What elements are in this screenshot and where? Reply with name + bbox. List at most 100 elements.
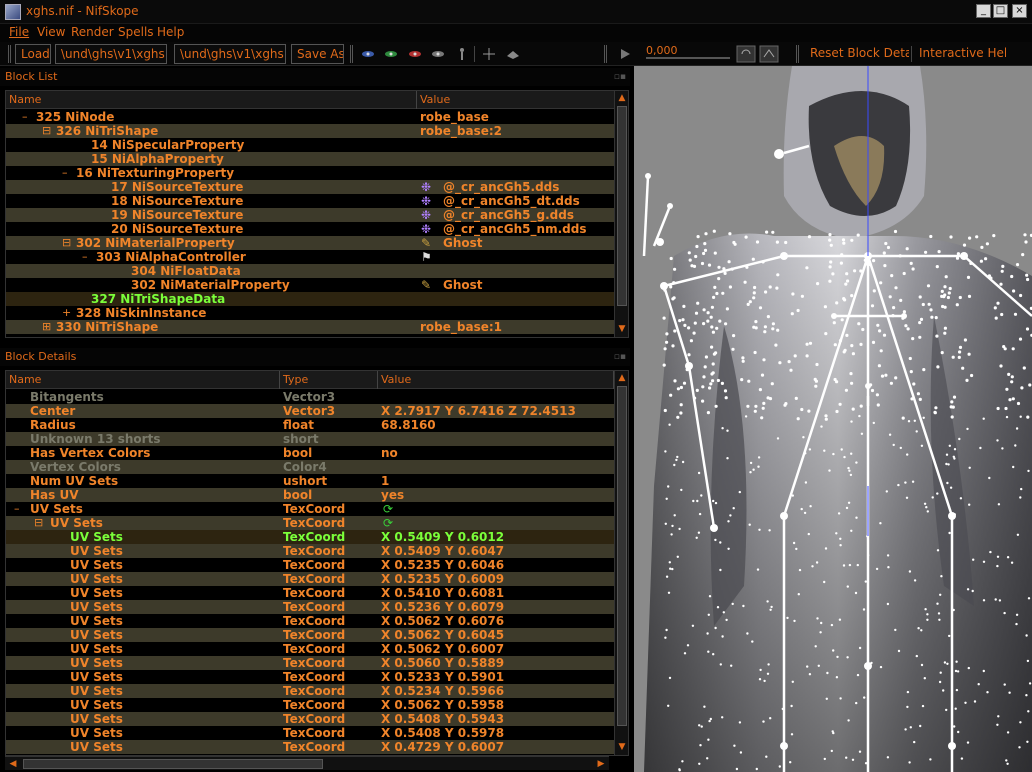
column-type[interactable]: Type (280, 371, 378, 389)
dock-float-icon[interactable]: ▫▪ (614, 348, 626, 366)
block-list-row[interactable]: 17 NiSourceTexture ❉ @_cr_ancGh5.dds (6, 180, 628, 194)
block-list-row[interactable]: 15 NiAlphaProperty (6, 152, 628, 166)
expand-icon[interactable]: + (62, 306, 71, 320)
block-list-row[interactable]: ⊞ 330 NiTriShape robe_base:1 (6, 320, 628, 334)
save-path-field[interactable]: \und\ghs\v1\xghs.nif (174, 44, 286, 64)
block-list-row[interactable]: 14 NiSpecularProperty (6, 138, 628, 152)
block-list-row[interactable]: 18 NiSourceTexture ❉ @_cr_ancGh5_dt.dds (6, 194, 628, 208)
column-name[interactable]: Name (6, 91, 417, 109)
detail-row[interactable]: UV Sets TexCoord X 0.5062 Y 0.6045 (6, 628, 628, 642)
detail-row[interactable]: UV Sets TexCoord X 0.5233 Y 0.5901 (6, 670, 628, 684)
detail-row[interactable]: Has UV bool yes (6, 488, 628, 502)
column-value[interactable]: Value (378, 371, 614, 389)
detail-row[interactable]: Center Vector3 X 2.7917 Y 6.7416 Z 72.4513 (6, 404, 628, 418)
detail-row[interactable]: UV Sets TexCoord X 0.5062 Y 0.6076 (6, 614, 628, 628)
eye-alt-icon[interactable] (430, 47, 446, 61)
detail-value[interactable]: X 0.5408 Y 0.5978 (381, 726, 504, 740)
block-list-row[interactable]: ⊟ 326 NiTriShape robe_base:2 (6, 124, 628, 138)
column-value[interactable]: Value (417, 91, 616, 109)
detail-row[interactable]: UV Sets TexCoord X 0.5408 Y 0.5943 (6, 712, 628, 726)
block-details-scrollbar[interactable]: ▲ ▼ (614, 371, 628, 755)
column-name[interactable]: Name (6, 371, 280, 389)
detail-value[interactable]: 68.8160 (381, 418, 436, 432)
close-button[interactable]: × (1012, 4, 1027, 18)
detail-value[interactable]: X 0.5062 Y 0.6076 (381, 614, 504, 628)
detail-value[interactable]: X 0.5236 Y 0.6079 (381, 600, 504, 614)
figure-icon[interactable] (454, 47, 470, 61)
collapse-icon[interactable]: – (62, 166, 68, 180)
detail-row[interactable]: UV Sets TexCoord X 0.5409 Y 0.6047 (6, 544, 628, 558)
block-list-row[interactable]: 19 NiSourceTexture ❉ @_cr_ancGh5_g.dds (6, 208, 628, 222)
toolbar-grip[interactable] (604, 45, 607, 63)
collapse-icon[interactable]: ⊟ (34, 516, 43, 530)
collapse-icon[interactable]: – (82, 250, 88, 264)
detail-value[interactable]: 1 (381, 474, 389, 488)
reset-block-details-button[interactable]: Reset Block Details (805, 44, 909, 64)
detail-row[interactable]: UV Sets TexCoord X 0.5408 Y 0.5978 (6, 726, 628, 740)
collapse-icon[interactable]: – (14, 502, 20, 516)
menu-file[interactable]: File (9, 25, 29, 39)
scroll-thumb[interactable] (617, 106, 627, 306)
detail-value[interactable]: X 0.5060 Y 0.5889 (381, 656, 504, 670)
block-list-row[interactable]: –16 NiTexturingProperty (6, 166, 628, 180)
menu-help[interactable]: Help (157, 25, 184, 39)
scroll-down-icon[interactable]: ▼ (616, 323, 628, 335)
block-list-row[interactable]: ⊟ 302 NiMaterialProperty ✎ Ghost (6, 236, 628, 250)
minimize-button[interactable]: _ (976, 4, 991, 18)
block-list-row[interactable]: 20 NiSourceTexture ❉ @_cr_ancGh5_nm.dds (6, 222, 628, 236)
scroll-down-icon[interactable]: ▼ (616, 741, 628, 753)
save-as-button[interactable]: Save As (291, 44, 344, 64)
block-list-row[interactable]: 327 NiTriShapeData (6, 292, 628, 306)
detail-row[interactable]: UV Sets TexCoord X 0.5409 Y 0.6012 (6, 530, 628, 544)
collapse-icon[interactable]: ⊟ (62, 236, 71, 250)
collapse-icon[interactable]: ⊟ (42, 124, 51, 138)
detail-value[interactable]: X 0.5062 Y 0.6045 (381, 628, 504, 642)
detail-value[interactable]: X 0.5062 Y 0.6007 (381, 642, 504, 656)
detail-row[interactable]: UV Sets TexCoord X 0.5234 Y 0.5966 (6, 684, 628, 698)
scroll-up-icon[interactable]: ▲ (616, 92, 628, 104)
detail-row[interactable]: Num UV Sets ushort 1 (6, 474, 628, 488)
time-slider[interactable] (646, 57, 730, 59)
axes-icon[interactable] (481, 47, 497, 61)
detail-value[interactable]: X 2.7917 Y 6.7416 Z 72.4513 (381, 404, 576, 418)
block-list-scrollbar[interactable]: ▲ ▼ (614, 91, 628, 337)
detail-value[interactable]: X 0.5062 Y 0.5958 (381, 698, 504, 712)
detail-value[interactable]: X 0.5235 Y 0.6046 (381, 558, 504, 572)
detail-row[interactable]: UV Sets TexCoord X 0.5062 Y 0.6007 (6, 642, 628, 656)
block-list-row[interactable]: 302 NiMaterialProperty ✎ Ghost (6, 278, 628, 292)
detail-value[interactable]: X 0.5409 Y 0.6047 (381, 544, 504, 558)
render-viewport[interactable] (634, 66, 1032, 772)
eye-green-icon[interactable] (383, 47, 399, 61)
block-list-tree[interactable]: Name Value –325 NiNode robe_base ⊟ 326 NiTr… (5, 90, 629, 338)
hscroll-thumb[interactable] (23, 759, 323, 769)
detail-row[interactable]: – UV Sets TexCoord ⟳ (6, 502, 628, 516)
detail-row[interactable]: UV Sets TexCoord X 0.5235 Y 0.6046 (6, 558, 628, 572)
detail-row[interactable]: Radius float 68.8160 (6, 418, 628, 432)
menu-view[interactable]: View (37, 25, 65, 39)
detail-value[interactable]: X 0.5235 Y 0.6009 (381, 572, 504, 586)
block-details-hscrollbar[interactable]: ◀ ▶ (5, 756, 609, 770)
detail-value[interactable]: X 0.5234 Y 0.5966 (381, 684, 504, 698)
scroll-up-icon[interactable]: ▲ (616, 372, 628, 384)
block-list-row[interactable]: 304 NiFloatData (6, 264, 628, 278)
toolbar-grip[interactable] (8, 45, 11, 63)
load-path-field[interactable]: \und\ghs\v1\xghs.nif (55, 44, 167, 64)
detail-row[interactable]: Vertex Colors Color4 (6, 460, 628, 474)
detail-value[interactable]: X 0.5233 Y 0.5901 (381, 670, 504, 684)
scroll-right-icon[interactable]: ▶ (595, 758, 607, 770)
switch-icon[interactable] (759, 45, 779, 63)
toolbar-grip[interactable] (796, 45, 799, 63)
plane-icon[interactable] (505, 47, 521, 61)
play-icon[interactable] (617, 47, 633, 61)
block-details-tree[interactable]: Name Type Value Bitangents Vector3 Center V… (5, 370, 629, 756)
menu-spells[interactable]: Spells (118, 25, 154, 39)
detail-value[interactable]: X 0.5410 Y 0.6081 (381, 586, 504, 600)
eye-icon[interactable] (360, 47, 376, 61)
loop-icon[interactable] (736, 45, 756, 63)
block-list-row[interactable]: +328 NiSkinInstance (6, 306, 628, 320)
eye-red-icon[interactable] (407, 47, 423, 61)
detail-row[interactable]: UV Sets TexCoord X 0.5410 Y 0.6081 (6, 586, 628, 600)
detail-value[interactable]: yes (381, 488, 404, 502)
detail-value[interactable]: X 0.4729 Y 0.6007 (381, 740, 504, 754)
expand-icon[interactable]: ⊞ (42, 320, 51, 334)
